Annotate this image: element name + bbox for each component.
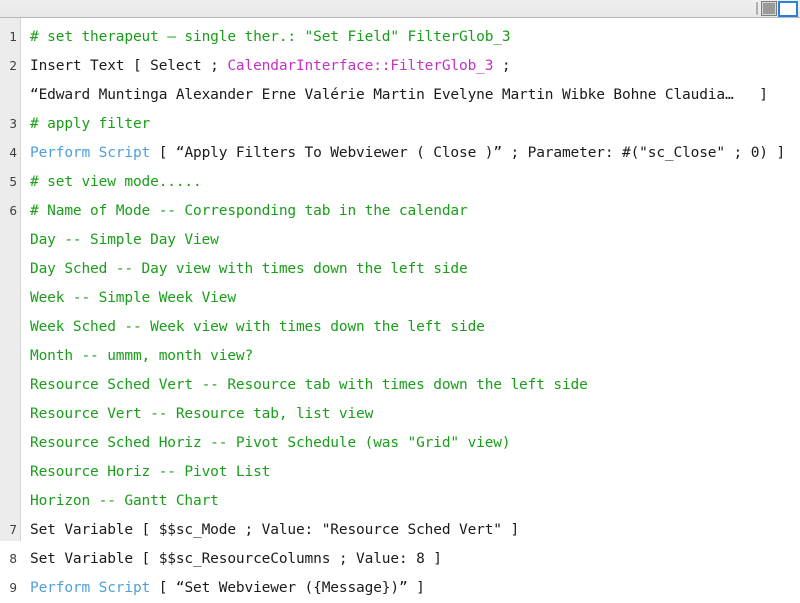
view-toggle-active-icon[interactable] bbox=[778, 0, 798, 17]
script-line[interactable]: 6 # Name of Mode -- Corresponding tab in … bbox=[0, 197, 800, 226]
script-step-text: Week Sched -- Week view with times down … bbox=[21, 313, 800, 342]
script-step-keyword: Perform Script bbox=[30, 145, 151, 161]
top-toolbar bbox=[0, 0, 800, 18]
script-step-keyword: Perform Script bbox=[30, 580, 151, 596]
script-step-text: Insert Text [ Select ; CalendarInterface… bbox=[21, 52, 800, 81]
script-line[interactable]: Month -- ummm, month view? bbox=[0, 342, 800, 371]
script-line[interactable]: 7 Set Variable [ $$sc_Mode ; Value: "Reso… bbox=[0, 516, 800, 545]
script-step-prefix: Insert Text [ Select ; bbox=[30, 58, 228, 74]
toolbar-view-toggle-group bbox=[756, 0, 798, 17]
line-number: 9 bbox=[9, 581, 17, 595]
script-step-text: Perform Script [ “Apply Filters To Webvi… bbox=[21, 139, 800, 168]
script-line[interactable]: Day Sched -- Day view with times down th… bbox=[0, 255, 800, 284]
comment-text: Resource Vert -- Resource tab, list view bbox=[30, 406, 374, 422]
view-toggle-filled-icon[interactable] bbox=[761, 1, 777, 16]
script-line[interactable]: Week Sched -- Week view with times down … bbox=[0, 313, 800, 342]
field-reference: CalendarInterface::FilterGlob_3 bbox=[227, 58, 494, 74]
statement-text: Set Variable [ $$sc_Mode ; Value: "Resou… bbox=[30, 522, 520, 538]
comment-text: Day Sched -- Day view with times down th… bbox=[30, 261, 468, 277]
script-line[interactable]: 9 Perform Script [ “Set Webviewer ({Messa… bbox=[0, 574, 800, 603]
statement-text: Set Variable [ $$sc_ResourceColumns ; Va… bbox=[30, 551, 442, 567]
script-step-text: # set therapeut – single ther.: "Set Fie… bbox=[21, 23, 800, 52]
comment-text: Month -- ummm, month view? bbox=[30, 348, 254, 364]
comment-text: Week Sched -- Week view with times down … bbox=[30, 319, 485, 335]
toolbar-separator bbox=[756, 2, 758, 15]
script-line[interactable]: “Edward Muntinga Alexander Erne Valérie … bbox=[0, 81, 800, 110]
script-step-text: Horizon -- Gantt Chart bbox=[21, 487, 800, 516]
script-editor[interactable]: 1 # set therapeut – single ther.: "Set Fi… bbox=[0, 18, 800, 596]
comment-text: # set view mode..... bbox=[30, 174, 202, 190]
script-step-text: Resource Sched Vert -- Resource tab with… bbox=[21, 371, 800, 400]
script-line[interactable]: 1 # set therapeut – single ther.: "Set Fi… bbox=[0, 23, 800, 52]
script-line[interactable]: 2 Insert Text [ Select ; CalendarInterfac… bbox=[0, 52, 800, 81]
comment-text: Resource Sched Horiz -- Pivot Schedule (… bbox=[30, 435, 511, 451]
continuation-text: “Edward Muntinga Alexander Erne Valérie … bbox=[30, 87, 768, 103]
line-number: 7 bbox=[9, 523, 17, 537]
script-step-arguments: [ “Apply Filters To Webviewer ( Close )”… bbox=[150, 145, 786, 161]
script-step-text: # Name of Mode -- Corresponding tab in t… bbox=[21, 197, 800, 226]
script-step-text: # set view mode..... bbox=[21, 168, 800, 197]
script-step-text: Day -- Simple Day View bbox=[21, 226, 800, 255]
comment-text: Day -- Simple Day View bbox=[30, 232, 219, 248]
script-line[interactable]: 8 Set Variable [ $$sc_ResourceColumns ; V… bbox=[0, 545, 800, 574]
line-number: 6 bbox=[9, 204, 17, 218]
script-step-text: Resource Sched Horiz -- Pivot Schedule (… bbox=[21, 429, 800, 458]
script-step-text: “Edward Muntinga Alexander Erne Valérie … bbox=[21, 81, 800, 110]
script-line[interactable]: Resource Sched Vert -- Resource tab with… bbox=[0, 371, 800, 400]
comment-text: # Name of Mode -- Corresponding tab in t… bbox=[30, 203, 468, 219]
script-line[interactable]: Resource Horiz -- Pivot List bbox=[0, 458, 800, 487]
script-line[interactable]: Day -- Simple Day View bbox=[0, 226, 800, 255]
script-line-list: 1 # set therapeut – single ther.: "Set Fi… bbox=[0, 18, 800, 603]
script-step-text: # apply filter bbox=[21, 110, 800, 139]
comment-text: # apply filter bbox=[30, 116, 151, 132]
script-line[interactable]: Resource Sched Horiz -- Pivot Schedule (… bbox=[0, 429, 800, 458]
line-number: 3 bbox=[9, 117, 17, 131]
script-step-arguments: [ “Set Webviewer ({Message})” ] bbox=[150, 580, 425, 596]
script-step-text: Resource Vert -- Resource tab, list view bbox=[21, 400, 800, 429]
script-line[interactable]: Resource Vert -- Resource tab, list view bbox=[0, 400, 800, 429]
comment-text: Resource Sched Vert -- Resource tab with… bbox=[30, 377, 588, 393]
script-line[interactable]: Week -- Simple Week View bbox=[0, 284, 800, 313]
line-number: 2 bbox=[9, 59, 17, 73]
script-line[interactable]: 4 Perform Script [ “Apply Filters To Webv… bbox=[0, 139, 800, 168]
comment-text: Resource Horiz -- Pivot List bbox=[30, 464, 271, 480]
script-step-text: Set Variable [ $$sc_ResourceColumns ; Va… bbox=[21, 545, 800, 574]
script-step-text: Month -- ummm, month view? bbox=[21, 342, 800, 371]
script-step-text: Week -- Simple Week View bbox=[21, 284, 800, 313]
comment-text: # set therapeut – single ther.: "Set Fie… bbox=[30, 29, 511, 45]
script-step-text: Day Sched -- Day view with times down th… bbox=[21, 255, 800, 284]
script-step-text: Perform Script [ “Set Webviewer ({Messag… bbox=[21, 574, 800, 603]
script-line[interactable]: Horizon -- Gantt Chart bbox=[0, 487, 800, 516]
script-step-text: Resource Horiz -- Pivot List bbox=[21, 458, 800, 487]
script-line[interactable]: 5 # set view mode..... bbox=[0, 168, 800, 197]
line-number: 1 bbox=[9, 30, 17, 44]
script-step-suffix: ; bbox=[493, 58, 511, 74]
script-line[interactable]: 3 # apply filter bbox=[0, 110, 800, 139]
line-number: 8 bbox=[9, 552, 17, 566]
line-number: 5 bbox=[9, 175, 17, 189]
script-step-text: Set Variable [ $$sc_Mode ; Value: "Resou… bbox=[21, 516, 800, 545]
comment-text: Horizon -- Gantt Chart bbox=[30, 493, 219, 509]
comment-text: Week -- Simple Week View bbox=[30, 290, 236, 306]
line-number: 4 bbox=[9, 146, 17, 160]
